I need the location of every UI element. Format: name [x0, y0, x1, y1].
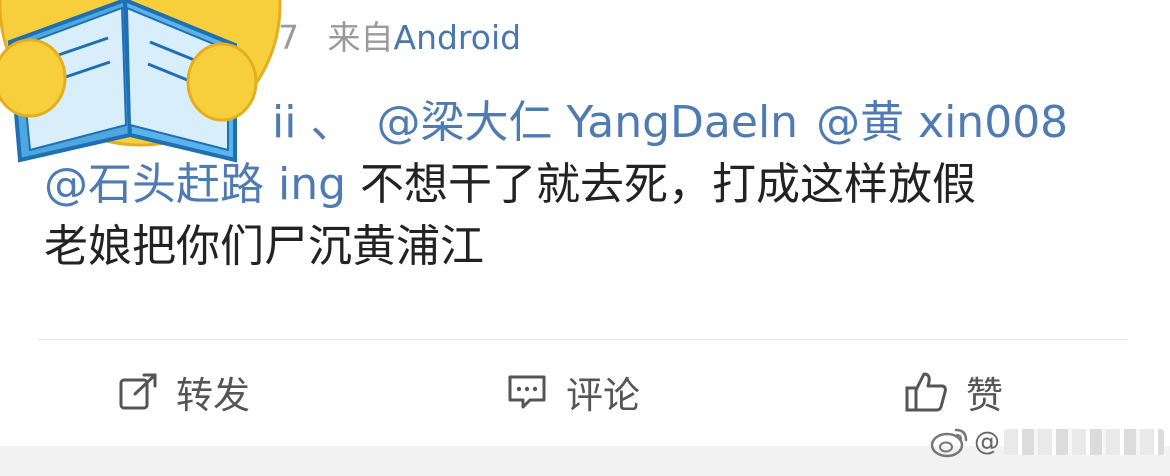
emoji-reading-book-icon: [0, 0, 282, 163]
comment-button[interactable]: 评论: [506, 364, 640, 420]
repost-button[interactable]: 转发: [118, 364, 250, 420]
thumbs-up-icon: [905, 372, 947, 412]
weibo-post-card: 7 来自Android ii、 @梁大仁 YangDaeln @黄 xin008 …: [0, 0, 1170, 476]
watermark-at: @: [974, 427, 1000, 457]
comment-bubble-icon: [508, 375, 546, 409]
content-text: 老娘把你们尸沉黄浦江: [44, 221, 484, 272]
mention-link[interactable]: @黄 xin008: [816, 97, 1068, 148]
weibo-logo-icon: [930, 428, 968, 458]
separator: 、: [310, 97, 355, 148]
post-meta: 7 来自Android: [278, 12, 521, 64]
source-link[interactable]: Android: [394, 18, 522, 57]
mention-link[interactable]: @梁大仁 YangDaeln: [376, 97, 798, 148]
watermark-username-blurred: [1004, 429, 1164, 455]
content-text: 不想干了就去死，打成这样放假: [360, 159, 977, 210]
like-label: 赞: [966, 374, 1003, 417]
weibo-watermark: @: [930, 418, 1164, 466]
share-edit-icon: [119, 373, 157, 410]
comment-label: 评论: [566, 374, 640, 417]
repost-label: 转发: [176, 374, 250, 417]
divider: [38, 339, 1128, 340]
content-line-3: 老娘把你们尸沉黄浦江: [44, 216, 1134, 278]
source-prefix: 来自: [327, 18, 394, 57]
like-button[interactable]: 赞: [904, 364, 1003, 420]
